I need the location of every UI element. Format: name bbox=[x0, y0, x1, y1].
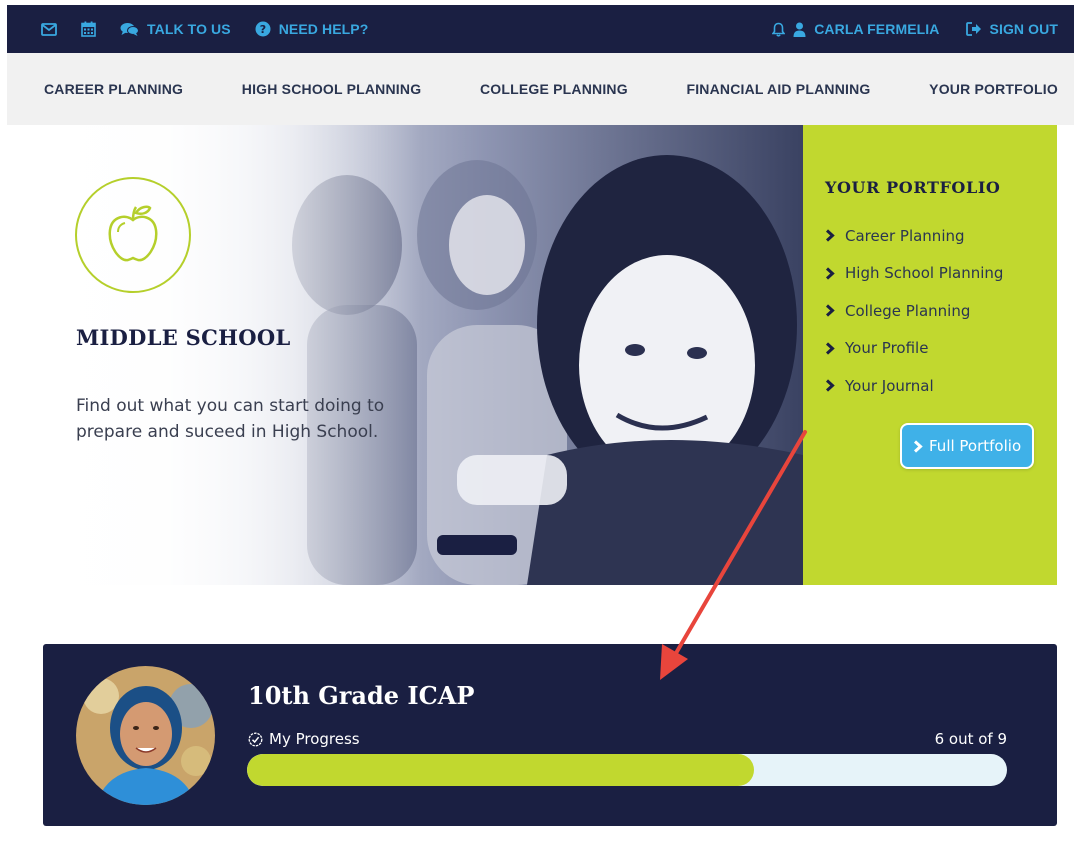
chat-icon bbox=[120, 22, 139, 36]
apple-icon bbox=[108, 205, 158, 262]
progress-track bbox=[247, 754, 1007, 786]
chevron-right-icon bbox=[825, 267, 835, 280]
portfolio-link-your-journal[interactable]: Your Journal bbox=[825, 367, 1057, 405]
chevron-right-icon bbox=[825, 342, 835, 355]
portfolio-panel: YOUR PORTFOLIO Career Planning High Scho… bbox=[803, 125, 1057, 585]
hero-title: MIDDLE SCHOOL bbox=[76, 325, 291, 350]
full-portfolio-label: Full Portfolio bbox=[929, 437, 1022, 455]
portfolio-link-your-profile[interactable]: Your Profile bbox=[825, 330, 1057, 368]
full-portfolio-button[interactable]: Full Portfolio bbox=[900, 423, 1035, 469]
chevron-right-icon bbox=[825, 229, 835, 242]
top-right-group: CARLA FERMELIA SIGN OUT bbox=[772, 21, 1058, 37]
progress-fill bbox=[247, 754, 754, 786]
portfolio-link-high-school-planning[interactable]: High School Planning bbox=[825, 255, 1057, 293]
chevron-right-icon bbox=[913, 439, 923, 453]
portfolio-link-label: Your Journal bbox=[845, 376, 934, 395]
progress-label: My Progress bbox=[269, 730, 360, 748]
portfolio-link-label: High School Planning bbox=[845, 264, 1004, 283]
signout-icon bbox=[965, 22, 981, 36]
portfolio-links: Career Planning High School Planning Col… bbox=[825, 217, 1057, 405]
calendar-icon bbox=[81, 21, 96, 37]
icap-progress-card: 10th Grade ICAP My Progress 6 out of 9 bbox=[43, 644, 1057, 826]
mail-icon bbox=[41, 22, 57, 36]
page: TALK TO US ? NEED HELP? CARLA FERMELIA S… bbox=[0, 0, 1075, 848]
user-name: CARLA FERMELIA bbox=[814, 21, 940, 37]
apple-badge bbox=[75, 177, 191, 293]
help-icon: ? bbox=[255, 21, 271, 37]
svg-text:?: ? bbox=[259, 23, 265, 36]
progress-label-row: My Progress bbox=[248, 730, 360, 748]
nav-your-portfolio[interactable]: YOUR PORTFOLIO bbox=[929, 81, 1058, 97]
nav-financial-aid-planning[interactable]: FINANCIAL AID PLANNING bbox=[686, 81, 870, 97]
portfolio-link-career-planning[interactable]: Career Planning bbox=[825, 217, 1057, 255]
need-help-link[interactable]: ? NEED HELP? bbox=[255, 21, 369, 37]
sign-out-link[interactable]: SIGN OUT bbox=[965, 21, 1058, 37]
check-circle-icon bbox=[248, 732, 263, 746]
student-photo bbox=[76, 666, 215, 805]
portfolio-link-label: College Planning bbox=[845, 301, 971, 320]
avatar bbox=[76, 666, 215, 805]
hero-banner: MIDDLE SCHOOL Find out what you can star… bbox=[7, 125, 803, 585]
portfolio-link-label: Career Planning bbox=[845, 226, 965, 245]
portfolio-link-label: Your Profile bbox=[845, 339, 929, 358]
nav-high-school-planning[interactable]: HIGH SCHOOL PLANNING bbox=[242, 81, 422, 97]
nav-career-planning[interactable]: CAREER PLANNING bbox=[44, 81, 183, 97]
calendar-button[interactable] bbox=[81, 21, 96, 37]
bell-icon[interactable] bbox=[772, 22, 786, 37]
hero-description: Find out what you can start doing to pre… bbox=[76, 396, 385, 442]
sign-out-label: SIGN OUT bbox=[989, 21, 1058, 37]
need-help-label: NEED HELP? bbox=[278, 21, 369, 37]
top-left-group: TALK TO US ? NEED HELP? bbox=[41, 21, 368, 37]
chevron-right-icon bbox=[825, 379, 835, 392]
user-menu[interactable]: CARLA FERMELIA bbox=[772, 21, 939, 37]
talk-to-us-link[interactable]: TALK TO US bbox=[120, 21, 231, 37]
talk-to-us-label: TALK TO US bbox=[147, 21, 231, 37]
portfolio-title: YOUR PORTFOLIO bbox=[825, 178, 1001, 197]
icap-title: 10th Grade ICAP bbox=[248, 681, 475, 710]
main-navigation: CAREER PLANNING HIGH SCHOOL PLANNING COL… bbox=[7, 53, 1074, 125]
chevron-right-icon bbox=[825, 304, 835, 317]
nav-college-planning[interactable]: COLLEGE PLANNING bbox=[480, 81, 628, 97]
progress-count: 6 out of 9 bbox=[934, 730, 1007, 748]
portfolio-link-college-planning[interactable]: College Planning bbox=[825, 292, 1057, 330]
mail-button[interactable] bbox=[41, 22, 57, 36]
top-utility-bar: TALK TO US ? NEED HELP? CARLA FERMELIA S… bbox=[7, 5, 1074, 53]
user-icon bbox=[793, 22, 806, 37]
